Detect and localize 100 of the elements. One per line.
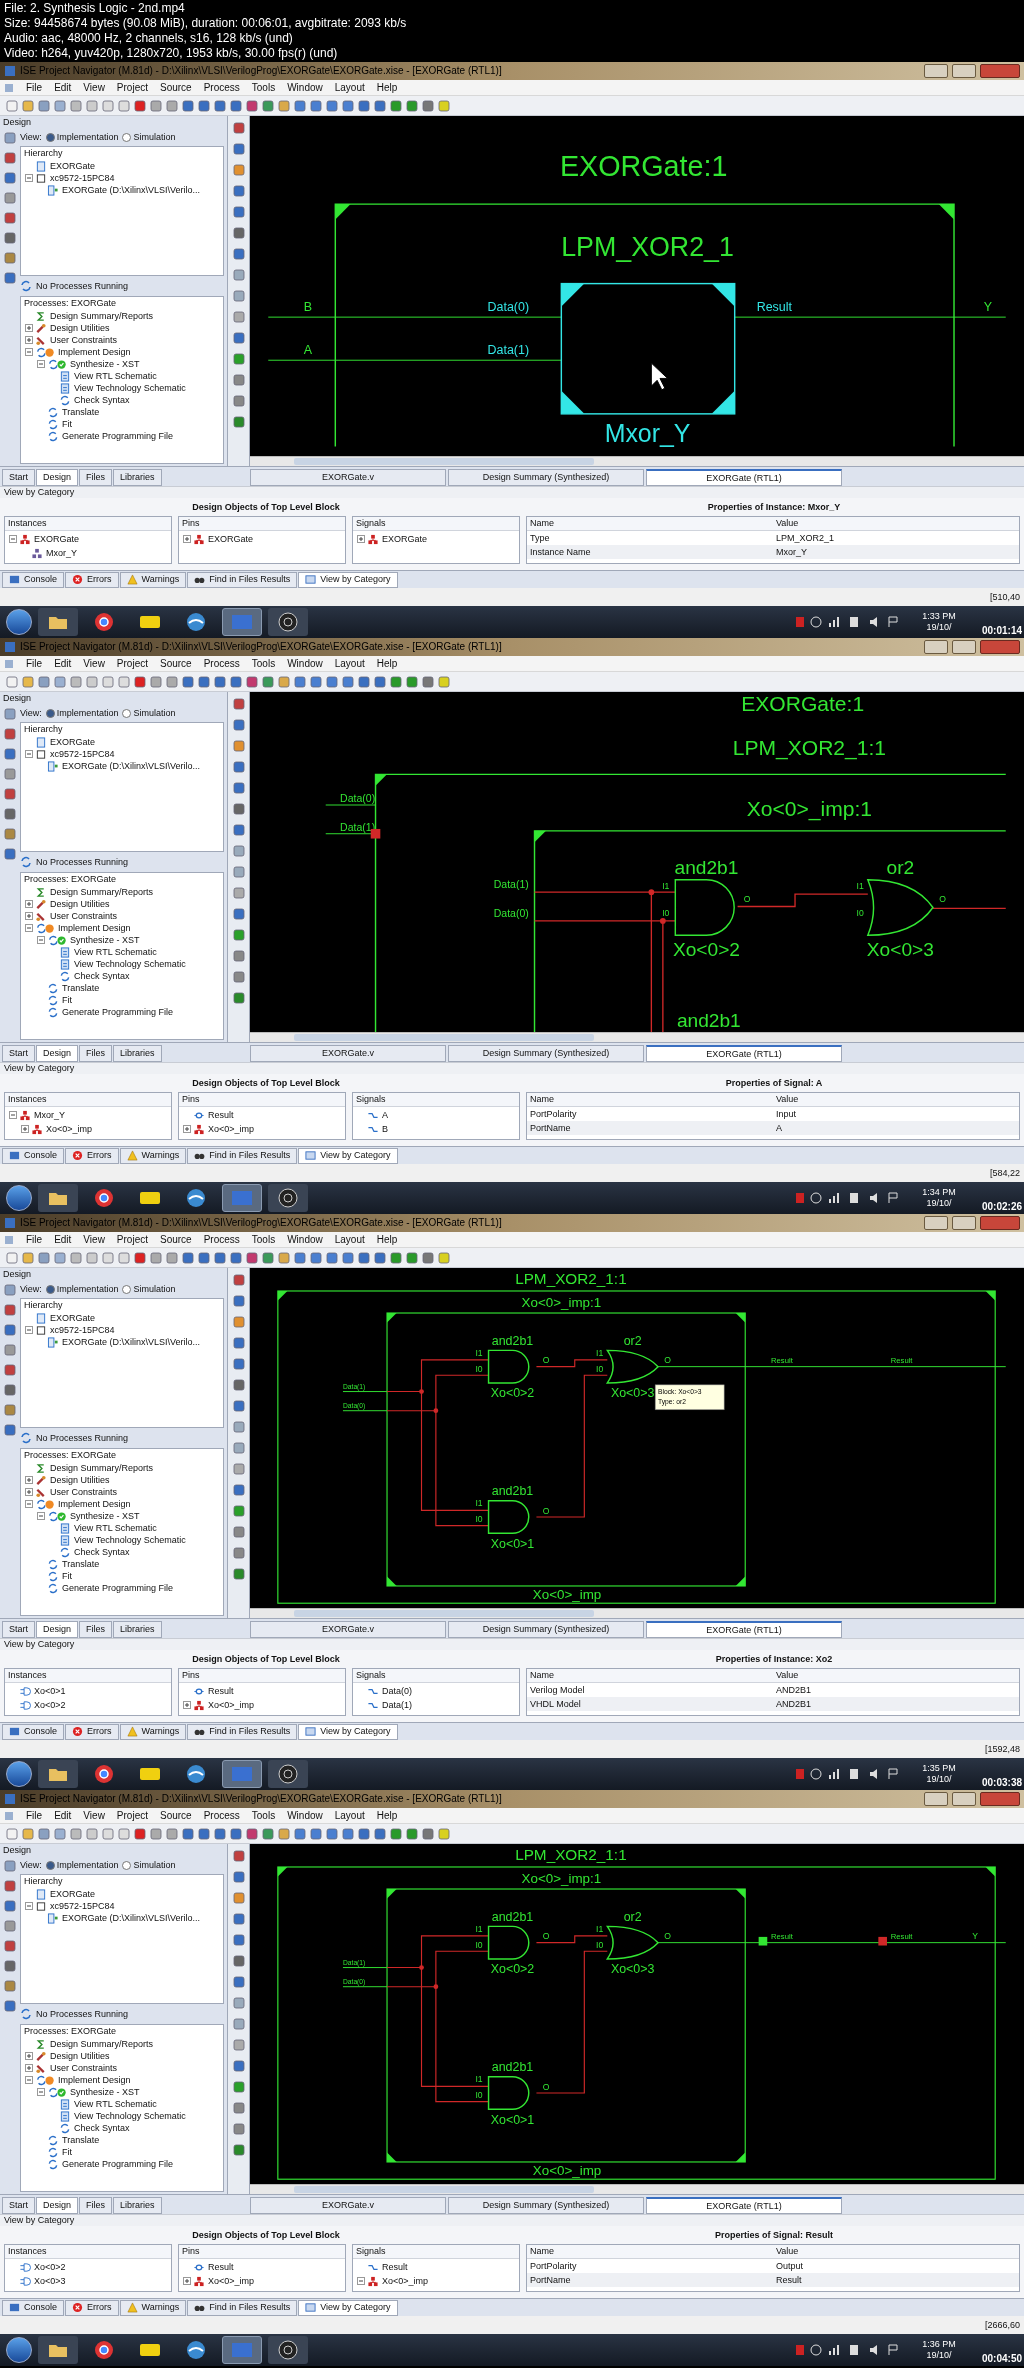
tool-icon[interactable] bbox=[232, 1892, 245, 1904]
panel-tab[interactable]: Start bbox=[2, 1045, 35, 1062]
collapse-icon[interactable] bbox=[37, 360, 45, 368]
list-item[interactable]: Xo<0>_imp bbox=[208, 1124, 255, 1134]
tool-icon[interactable] bbox=[232, 416, 245, 428]
tool-icon[interactable] bbox=[232, 845, 245, 857]
menu-item[interactable]: Layout bbox=[334, 1234, 365, 1245]
menu-item[interactable]: Layout bbox=[334, 82, 365, 93]
menu-item[interactable]: View bbox=[83, 1234, 105, 1245]
tree-item[interactable]: Design Utilities bbox=[50, 2051, 110, 2061]
tool-icon[interactable] bbox=[4, 1384, 16, 1396]
column-header[interactable]: Value bbox=[773, 1671, 1019, 1680]
column-header[interactable]: Name bbox=[527, 1671, 773, 1680]
tree-item[interactable]: Synthesize - XST bbox=[70, 935, 140, 945]
menu-item[interactable]: Source bbox=[160, 1234, 192, 1245]
expand-icon[interactable] bbox=[21, 1125, 29, 1133]
tree-item[interactable]: Generate Programming File bbox=[62, 431, 174, 441]
collapse-icon[interactable] bbox=[25, 1326, 33, 1334]
console-tab[interactable]: Find in Files Results bbox=[187, 1147, 298, 1164]
maximize-button[interactable] bbox=[952, 64, 976, 78]
document-tab[interactable]: EXORGate (RTL1) bbox=[646, 1621, 842, 1638]
menu-item[interactable]: Edit bbox=[54, 1810, 72, 1821]
tool-icon[interactable] bbox=[232, 1316, 245, 1328]
menu-item[interactable]: Process bbox=[203, 82, 240, 93]
console-tab[interactable]: Console bbox=[2, 1147, 65, 1164]
console-tab[interactable]: Console bbox=[2, 2299, 65, 2316]
tool-icon[interactable] bbox=[232, 1976, 245, 1988]
expand-icon[interactable] bbox=[25, 2052, 33, 2060]
close-button[interactable] bbox=[980, 1216, 1020, 1230]
column-header[interactable]: Instances bbox=[8, 2247, 47, 2256]
menu-item[interactable]: View bbox=[83, 658, 105, 669]
document-tab[interactable]: EXORGate (RTL1) bbox=[646, 1045, 842, 1062]
console-tab[interactable]: Find in Files Results bbox=[187, 2299, 298, 2316]
expand-icon[interactable] bbox=[183, 535, 191, 543]
tree-item[interactable]: Fit bbox=[62, 1571, 72, 1581]
tree-item[interactable]: Generate Programming File bbox=[62, 1007, 174, 1017]
list-item[interactable]: Xo<0>_imp bbox=[46, 1124, 93, 1134]
menu-item[interactable]: Process bbox=[203, 658, 240, 669]
menu-item[interactable]: Window bbox=[287, 1234, 323, 1245]
start-button[interactable] bbox=[6, 1761, 32, 1787]
tree-item[interactable]: Design Summary/Reports bbox=[50, 1463, 154, 1473]
tool-icon[interactable] bbox=[232, 395, 245, 407]
menu-item[interactable]: View bbox=[83, 1810, 105, 1821]
menu-item[interactable]: Source bbox=[160, 1810, 192, 1821]
menu-item[interactable]: Window bbox=[287, 1810, 323, 1821]
tool-icon[interactable] bbox=[232, 1463, 245, 1475]
tree-item[interactable]: Translate bbox=[62, 2135, 100, 2145]
list-item[interactable]: Xo<0>2 bbox=[34, 2262, 66, 2272]
tree-item[interactable]: Fit bbox=[62, 2147, 72, 2157]
maximize-button[interactable] bbox=[952, 1792, 976, 1806]
taskbar-button[interactable] bbox=[268, 1760, 308, 1788]
panel-tab[interactable]: Start bbox=[2, 469, 35, 486]
tool-icon[interactable] bbox=[232, 1358, 245, 1370]
tree-item[interactable]: xc9572-15PC84 bbox=[50, 749, 115, 759]
taskbar-button[interactable] bbox=[268, 608, 308, 636]
document-tab[interactable]: EXORGate (RTL1) bbox=[646, 469, 842, 486]
tree-item[interactable]: Synthesize - XST bbox=[70, 1511, 140, 1521]
tree-item[interactable]: Check Syntax bbox=[74, 971, 130, 981]
console-tab[interactable]: View by Category bbox=[298, 571, 398, 588]
tool-icon[interactable] bbox=[232, 1871, 245, 1883]
radio-button[interactable] bbox=[45, 1860, 55, 1870]
panel-tab[interactable]: Design bbox=[36, 1045, 79, 1062]
panel-tab[interactable]: Design bbox=[36, 2197, 79, 2214]
tool-icon[interactable] bbox=[232, 290, 245, 302]
collapse-icon[interactable] bbox=[25, 174, 33, 182]
collapse-icon[interactable] bbox=[9, 535, 17, 543]
tool-icon[interactable] bbox=[232, 1442, 245, 1454]
tree-item[interactable]: EXORGate (D:\Xilinx\VLSI\Verilo... bbox=[62, 1913, 201, 1923]
taskbar-button[interactable] bbox=[38, 1184, 78, 1212]
console-tab[interactable]: Find in Files Results bbox=[187, 1723, 298, 1740]
tool-icon[interactable] bbox=[4, 172, 16, 184]
tool-icon[interactable] bbox=[4, 848, 16, 860]
tree-item[interactable]: Design Utilities bbox=[50, 323, 110, 333]
tool-icon[interactable] bbox=[232, 761, 245, 773]
tree-item[interactable]: Implement Design bbox=[58, 1499, 131, 1509]
tool-icon[interactable] bbox=[232, 950, 245, 962]
tree-item[interactable]: Fit bbox=[62, 995, 72, 1005]
console-tab[interactable]: Console bbox=[2, 571, 65, 588]
collapse-icon[interactable] bbox=[25, 348, 33, 356]
tool-icon[interactable] bbox=[4, 2000, 16, 2012]
panel-tab[interactable]: Files bbox=[79, 1045, 113, 1062]
document-tab[interactable]: EXORGate.v bbox=[250, 1621, 446, 1638]
tool-icon[interactable] bbox=[4, 252, 16, 264]
radio-button[interactable] bbox=[122, 1860, 132, 1870]
tool-icon[interactable] bbox=[4, 768, 16, 780]
panel-tab[interactable]: Design bbox=[36, 469, 79, 486]
tool-icon[interactable] bbox=[232, 1421, 245, 1433]
console-tab[interactable]: Find in Files Results bbox=[187, 571, 298, 588]
horizontal-scrollbar[interactable] bbox=[250, 1608, 1024, 1618]
collapse-icon[interactable] bbox=[25, 2076, 33, 2084]
column-header[interactable]: Signals bbox=[356, 2247, 386, 2256]
tree-item[interactable]: Check Syntax bbox=[74, 395, 130, 405]
document-tab[interactable]: Design Summary (Synthesized) bbox=[448, 1045, 644, 1062]
console-tab[interactable]: Warnings bbox=[119, 571, 187, 588]
tool-icon[interactable] bbox=[232, 1505, 245, 1517]
tool-icon[interactable] bbox=[4, 272, 16, 284]
tree-item[interactable]: User Constraints bbox=[50, 911, 118, 921]
tool-icon[interactable] bbox=[232, 1934, 245, 1946]
tree-item[interactable]: Implement Design bbox=[58, 2075, 131, 2085]
tool-icon[interactable] bbox=[232, 1295, 245, 1307]
